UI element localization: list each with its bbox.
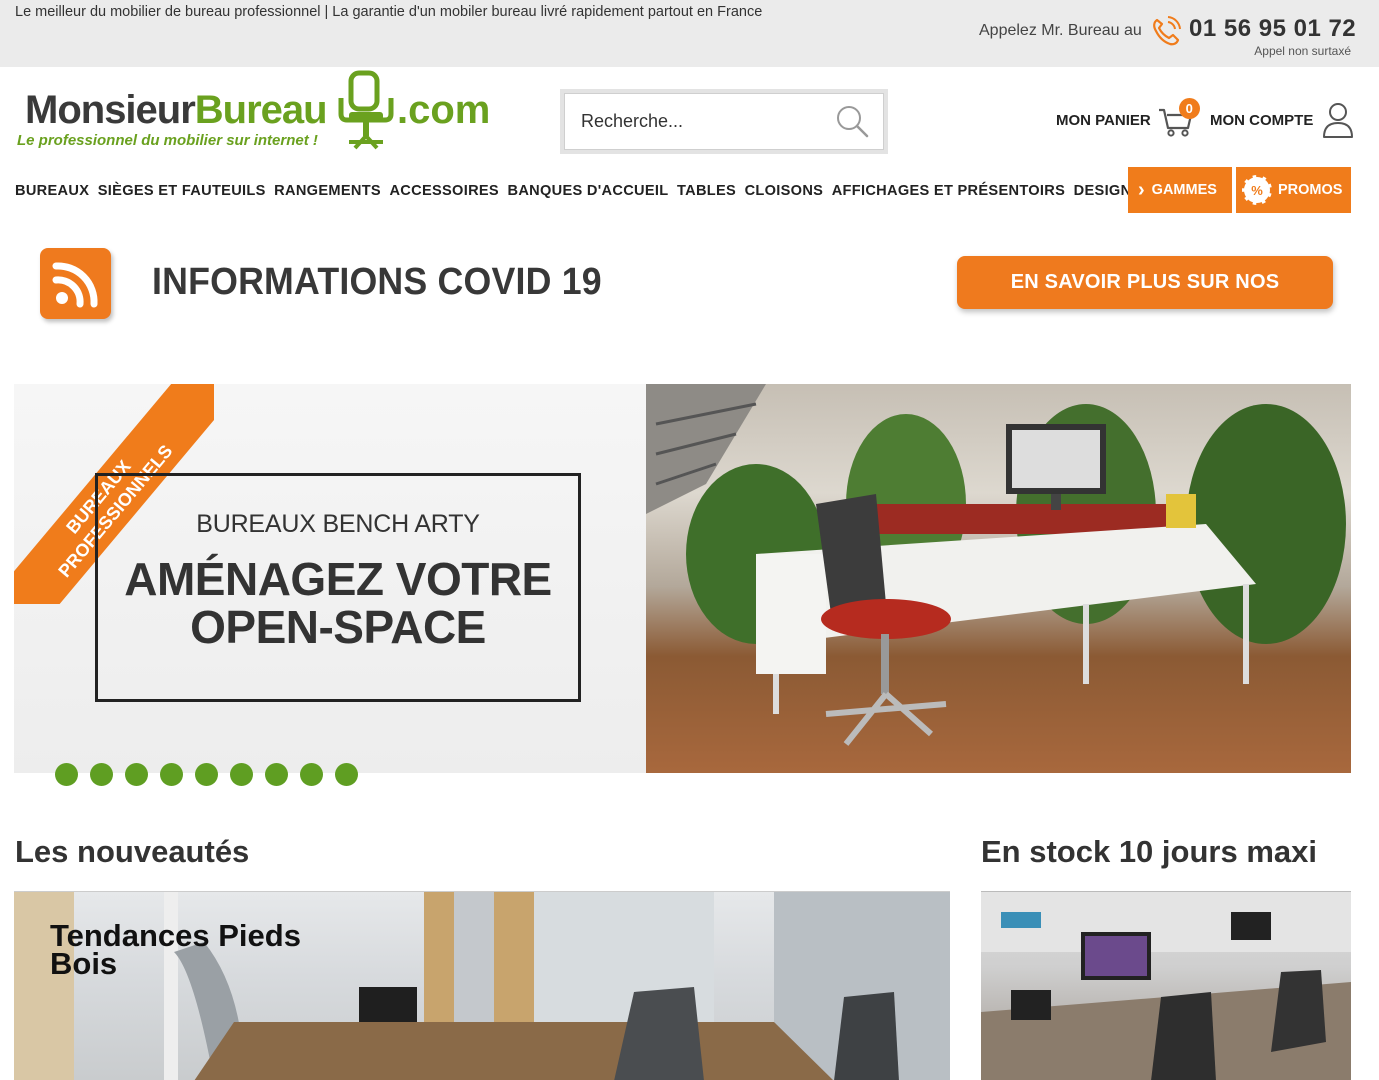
covid-title[interactable]: INFORMATIONS COVID 19 <box>152 261 602 304</box>
phone-icon <box>1153 16 1181 46</box>
main-nav: BUREAUX SIÈGES ET FAUTEUILS RANGEMENTS A… <box>15 168 1140 213</box>
gammes-button[interactable]: › GAMMES <box>1128 167 1232 213</box>
slider-dot[interactable] <box>230 763 253 786</box>
nav-item-tables[interactable]: TABLES <box>677 183 736 199</box>
logo-suffix: .com <box>397 88 491 132</box>
gammes-label: GAMMES <box>1151 182 1217 198</box>
new-card-caption: Tendances Pieds Bois <box>50 920 301 981</box>
account-button[interactable]: MON COMPTE <box>1210 100 1355 140</box>
cart-icon-wrap: 0 <box>1157 98 1200 140</box>
search-input[interactable] <box>581 94 831 149</box>
nav-item-affichages[interactable]: AFFICHAGES ET PRÉSENTOIRS <box>832 183 1065 199</box>
slider-dot[interactable] <box>55 763 78 786</box>
nav-item-accessoires[interactable]: ACCESSOIRES <box>389 183 499 199</box>
logo-wordmark: MonsieurBureau <box>25 88 328 133</box>
cart-count-badge: 0 <box>1178 98 1200 119</box>
top-bar: Le meilleur du mobilier de bureau profes… <box>0 0 1379 67</box>
site-logo[interactable]: MonsieurBureau .com Le professionnel du … <box>15 70 500 154</box>
phone-note: Appel non surtaxé <box>1254 44 1351 58</box>
rss-glyph <box>52 262 98 308</box>
slider-dot[interactable] <box>265 763 288 786</box>
logo-part-1: Monsieur <box>25 88 196 132</box>
account-label: MON COMPTE <box>1210 111 1314 129</box>
tagline: Le meilleur du mobilier de bureau profes… <box>15 4 763 20</box>
hero-headline-line-2: OPEN-SPACE <box>190 601 486 653</box>
hero-text-panel: BUREAUX PROFESSIONNELS BUREAUX BENCH ART… <box>14 384 646 773</box>
nav-item-banques-accueil[interactable]: BANQUES D'ACCUEIL <box>507 183 668 199</box>
phone-number[interactable]: 01 56 95 01 72 <box>1189 15 1356 43</box>
hero-office-photo <box>646 384 1351 773</box>
hero-subtitle: BUREAUX BENCH ARTY <box>196 510 480 538</box>
logo-part-2: Bureau <box>194 88 328 132</box>
hero-headline: AMÉNAGEZ VOTRE OPEN-SPACE <box>98 555 578 651</box>
hero-headline-line-1: AMÉNAGEZ VOTRE <box>124 553 552 605</box>
in-stock-title: En stock 10 jours maxi <box>981 834 1317 869</box>
services-button[interactable]: EN SAVOIR PLUS SUR NOS SERVICES <box>957 256 1333 346</box>
promos-label: PROMOS <box>1278 182 1343 198</box>
slider-dot[interactable] <box>300 763 323 786</box>
rss-icon[interactable] <box>40 248 111 319</box>
chevron-right-icon: › <box>1138 179 1145 201</box>
nav-item-design[interactable]: DESIGN <box>1074 183 1132 199</box>
call-label: Appelez Mr. Bureau au <box>979 22 1142 39</box>
slider-dot[interactable] <box>195 763 218 786</box>
slider-dot[interactable] <box>160 763 183 786</box>
hero-frame: BUREAUX BENCH ARTY AMÉNAGEZ VOTRE OPEN-S… <box>95 473 581 702</box>
hero-slider[interactable]: BUREAUX PROFESSIONNELS BUREAUX BENCH ART… <box>14 384 1351 773</box>
search-box <box>564 93 884 150</box>
nav-item-cloisons[interactable]: CLOISONS <box>745 183 824 199</box>
nav-item-rangements[interactable]: RANGEMENTS <box>274 183 381 199</box>
slider-pagination <box>55 763 370 786</box>
new-products-card[interactable]: Tendances Pieds Bois <box>14 891 950 1080</box>
new-card-caption-line-2: Bois <box>50 946 118 981</box>
in-stock-card[interactable] <box>981 891 1351 1080</box>
slider-dot[interactable] <box>125 763 148 786</box>
logo-slogan: Le professionnel du mobilier sur interne… <box>17 132 318 149</box>
office-illustration <box>646 384 1346 746</box>
office-photo-stock <box>981 892 1351 1080</box>
slider-dot[interactable] <box>335 763 358 786</box>
nav-item-bureaux[interactable]: BUREAUX <box>15 183 89 199</box>
cart-label: MON PANIER <box>1056 111 1151 129</box>
percent-badge-icon: % <box>1242 175 1272 205</box>
search-icon[interactable] <box>835 104 869 138</box>
chair-logo-icon <box>338 70 394 150</box>
nav-item-sieges[interactable]: SIÈGES ET FAUTEUILS <box>98 183 266 199</box>
promos-button[interactable]: % PROMOS <box>1236 167 1351 213</box>
new-products-title: Les nouveautés <box>15 834 250 869</box>
user-icon <box>1323 103 1354 138</box>
search-bar <box>560 89 888 154</box>
cart-button[interactable]: MON PANIER 0 <box>1056 98 1200 140</box>
slider-dot[interactable] <box>90 763 113 786</box>
